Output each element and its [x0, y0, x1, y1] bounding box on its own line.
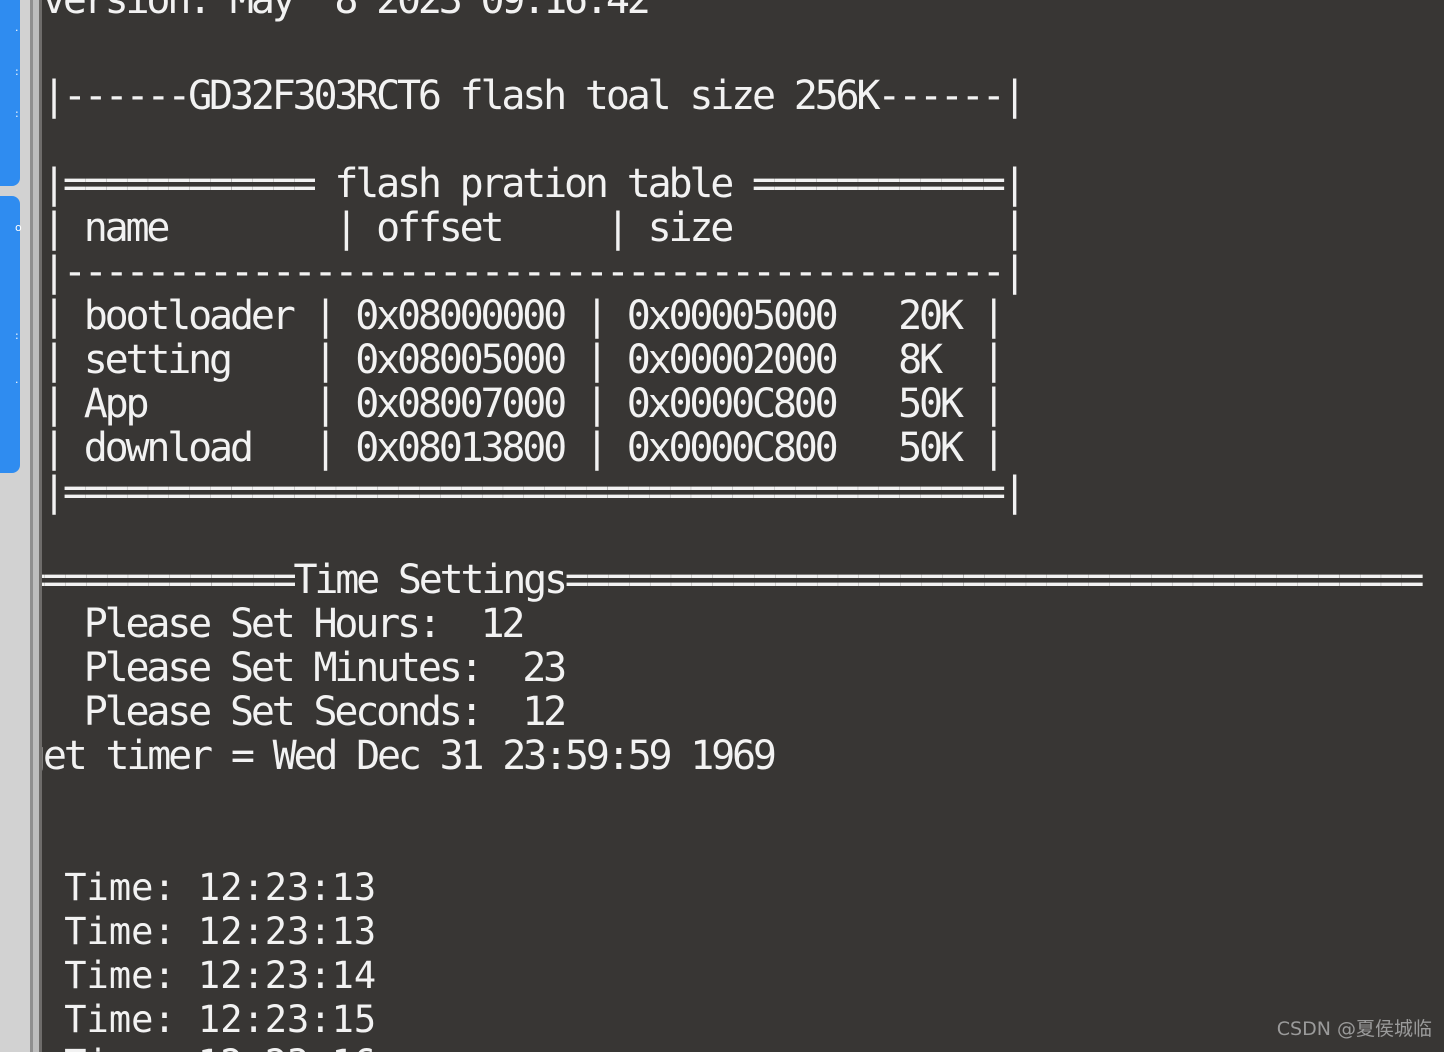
prompt-set-minutes: Please Set Minutes: 23	[42, 645, 568, 691]
flash-table-header-line: | name | offset | size |	[42, 205, 1027, 251]
version-line: version: May 8 2023 09:16:42	[42, 0, 651, 23]
selection-text-fragment-3: :	[15, 107, 19, 120]
selection-text-fragment-2: :	[15, 65, 19, 78]
table-row: | setting | 0x08005000 | 0x00002000 8K |	[42, 337, 1006, 383]
prompt-set-seconds: Please Set Seconds: 12	[42, 689, 568, 735]
terminal-output[interactable]: version: May 8 2023 09:16:42 |------GD32…	[42, 0, 1444, 1052]
table-row: | App | 0x08007000 | 0x0000C800 50K |	[42, 381, 1006, 427]
flash-table-title-line: |============ flash pration table ======…	[42, 161, 1027, 207]
screenshot-root: . : : o : . version: May 8 2023 09:16:42…	[0, 0, 1444, 1052]
time-log-line: Time: 12:23:16	[42, 1042, 376, 1052]
flash-table-divider-line: |---------------------------------------…	[42, 249, 1027, 295]
time-log-line: Time: 12:23:14	[42, 954, 377, 997]
time-settings-banner: =============Time Settings==============…	[42, 557, 1424, 603]
time-log-line: Time: 12:23:13	[42, 910, 377, 953]
selection-text-fragment-5: :	[15, 329, 19, 342]
selection-text-fragment-1: .	[15, 21, 19, 34]
selection-text-fragment-4: o	[15, 221, 22, 234]
prompt-set-hours: Please Set Hours: 12	[42, 601, 526, 647]
get-timer-line: get timer = Wed Dec 31 23:59:59 1969	[42, 733, 777, 779]
side-panel[interactable]: . : : o : .	[0, 0, 30, 1052]
panel-divider	[30, 0, 42, 1052]
chip-banner-line: |------GD32F303RCT6 flash toal size 256K…	[42, 73, 1027, 119]
flash-table-footer-line: |=======================================…	[42, 469, 1027, 515]
table-row: | bootloader | 0x08000000 | 0x00005000 2…	[42, 293, 1006, 339]
time-log-line: Time: 12:23:15	[42, 998, 377, 1041]
table-row: | download | 0x08013800 | 0x0000C800 50K…	[42, 425, 1006, 471]
time-log-line: Time: 12:23:13	[42, 866, 377, 909]
selection-text-fragment-6: .	[15, 373, 19, 386]
csdn-watermark: CSDN @夏侯城临	[1276, 1018, 1432, 1040]
